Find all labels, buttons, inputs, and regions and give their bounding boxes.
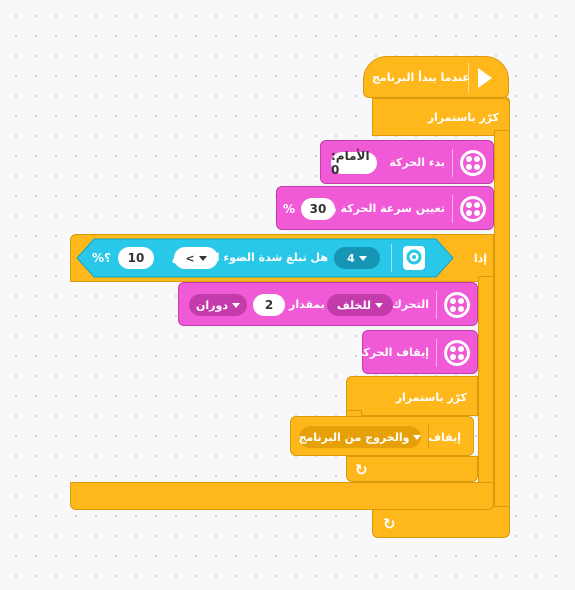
- forever-inner-footer[interactable]: ↻: [346, 456, 478, 482]
- forever-inner-header[interactable]: كرّر باستمرار: [346, 376, 478, 416]
- motor-pair-icon: [443, 339, 471, 367]
- start-move-label: بدء الحركة: [389, 156, 445, 169]
- loop-return-icon: ↻: [355, 461, 368, 479]
- stop-program-label: إيقاف: [428, 431, 461, 444]
- stop-move-separator: [436, 339, 437, 367]
- chevron-down-icon: [413, 434, 422, 440]
- motor-pair-icon: [443, 291, 471, 319]
- start-move-separator: [452, 149, 453, 177]
- stop-program-block[interactable]: إيقاف والخروج من البرنامج: [290, 416, 474, 456]
- stop-move-block[interactable]: إيقاف الحركة: [357, 330, 478, 374]
- unit-dropdown[interactable]: دوران: [189, 294, 247, 316]
- play-icon: [478, 68, 492, 88]
- forever-outer-header[interactable]: كرّر باستمرار: [372, 98, 510, 136]
- amount-label: بمقدار: [289, 298, 325, 311]
- operator-dropdown[interactable]: <: [174, 247, 218, 269]
- if-footer: [70, 482, 494, 510]
- operator-value: <: [185, 251, 195, 265]
- stop-program-separator: [428, 425, 429, 449]
- direction-dropdown[interactable]: للخلف: [327, 294, 393, 316]
- threshold-unit: %؟: [92, 251, 111, 265]
- move-for-separator: [436, 291, 437, 319]
- condition-separator: [391, 244, 392, 272]
- set-speed-separator: [452, 195, 453, 223]
- light-condition-block[interactable]: 4 هل تبلغ شدة الضوء المنعكس < 10 %؟: [76, 238, 454, 278]
- forever-outer-label: كرّر باستمرار: [427, 111, 499, 124]
- stop-move-label: إيقاف الحركة: [356, 346, 429, 359]
- unit-value: دوران: [196, 298, 228, 312]
- set-speed-label: تعيين سرعة الحركة بـ: [328, 202, 445, 215]
- start-move-block[interactable]: بدء الحركة الأمام: 0: [320, 140, 494, 184]
- when-start-block[interactable]: عندما يبدأ البرنامج: [363, 56, 509, 98]
- forever-outer-footer[interactable]: ↻: [372, 506, 510, 538]
- amount-input[interactable]: 2: [253, 294, 285, 316]
- port-dropdown[interactable]: 4: [334, 247, 380, 269]
- threshold-input[interactable]: 10: [118, 247, 154, 269]
- when-start-label: عندما يبدأ البرنامج: [372, 71, 470, 84]
- direction-input[interactable]: الأمام: 0: [331, 149, 377, 177]
- forever-outer-arm: [494, 130, 510, 510]
- if-arm: [478, 276, 494, 486]
- loop-return-icon: ↻: [383, 515, 396, 533]
- speed-unit: %: [283, 202, 296, 216]
- forever-inner-label: كرّر باستمرار: [395, 391, 467, 404]
- stop-option-dropdown[interactable]: والخروج من البرنامج: [298, 426, 422, 448]
- port-value: 4: [347, 251, 355, 265]
- speed-input[interactable]: 30: [301, 198, 335, 220]
- chevron-down-icon: [231, 302, 240, 308]
- set-speed-block[interactable]: تعيين سرعة الحركة بـ 30 %: [276, 186, 494, 230]
- color-sensor-icon: [400, 244, 428, 272]
- move-for-label: التحرك: [391, 298, 429, 311]
- stop-option-value: والخروج من البرنامج: [298, 430, 410, 444]
- when-start-separator: [468, 63, 469, 93]
- motor-pair-icon: [459, 195, 487, 223]
- direction-value: للخلف: [336, 298, 372, 312]
- move-for-block[interactable]: التحرك للخلف بمقدار 2 دوران: [178, 282, 478, 326]
- if-label: إذا: [473, 252, 487, 265]
- chevron-down-icon: [375, 302, 384, 308]
- chevron-down-icon: [358, 255, 367, 261]
- motor-pair-icon: [459, 149, 487, 177]
- chevron-down-icon: [198, 255, 207, 261]
